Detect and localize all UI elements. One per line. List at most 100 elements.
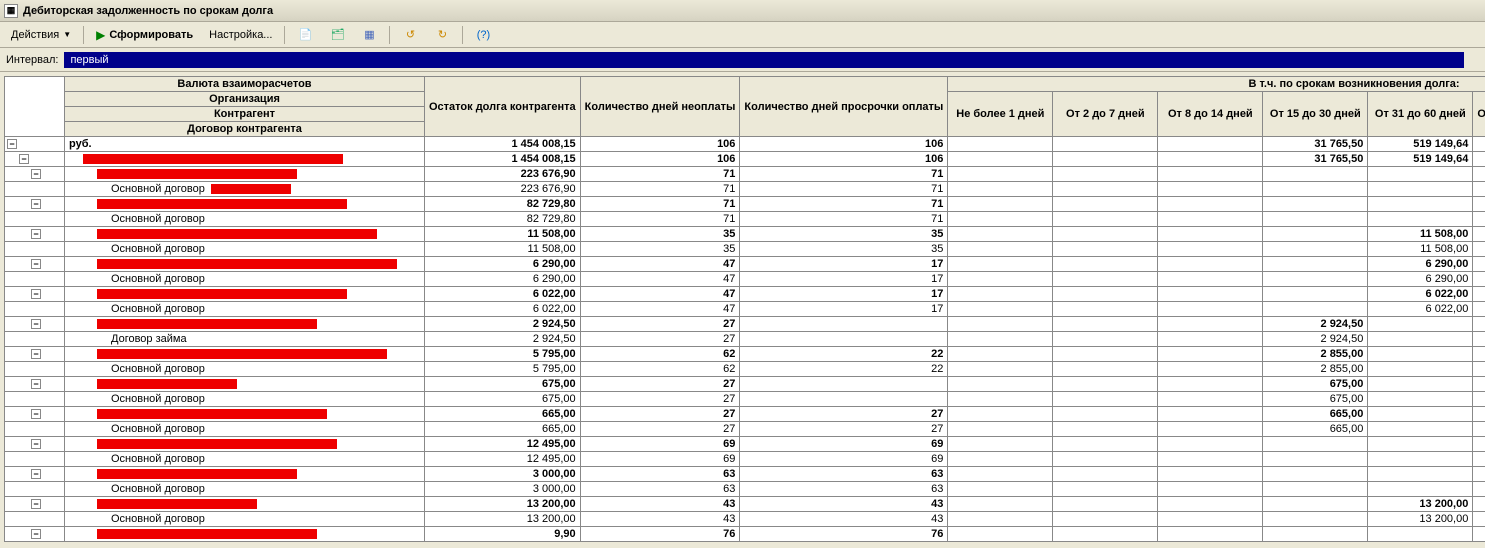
cell-d1: 27 xyxy=(580,317,740,332)
cell-b4 xyxy=(1263,242,1368,257)
table-row[interactable]: −12 495,00696912 495,00 xyxy=(5,437,1485,452)
cell-b4 xyxy=(1263,197,1368,212)
table-row[interactable]: −82 729,80717182 729,80 xyxy=(5,197,1485,212)
tree-toggle-icon[interactable]: − xyxy=(31,169,41,179)
cell-b5 xyxy=(1368,467,1473,482)
cell-b3 xyxy=(1158,392,1263,407)
table-row[interactable]: Основной договор5 795,0062222 855,002 94… xyxy=(5,362,1485,377)
table-row[interactable]: Основной договор223 676,907171223 676,90 xyxy=(5,182,1485,197)
cell-b2 xyxy=(1053,242,1158,257)
table-row[interactable]: −6 290,0047176 290,00 xyxy=(5,257,1485,272)
app-icon: ▦ xyxy=(4,4,18,18)
cell-b6: 12 495,00 xyxy=(1473,452,1485,467)
table-row[interactable]: −9,9076769,90 xyxy=(5,527,1485,542)
tree-toggle-icon[interactable]: − xyxy=(31,259,41,269)
cell-d2: 43 xyxy=(740,512,948,527)
settings-button[interactable]: Настройка... xyxy=(202,26,279,44)
tree-gutter-header xyxy=(5,77,65,137)
tool-expand-icon[interactable]: ↺ xyxy=(395,24,425,46)
table-row[interactable]: Основной договор82 729,80717182 729,80 xyxy=(5,212,1485,227)
tree-toggle-icon[interactable]: − xyxy=(31,469,41,479)
tree-toggle-icon[interactable]: − xyxy=(31,499,41,509)
tree-gutter xyxy=(5,332,65,347)
tool-report-icon[interactable]: 📄 xyxy=(290,24,320,46)
table-row[interactable]: −675,0027675,00 xyxy=(5,377,1485,392)
tool-tree-icon[interactable]: 🗂 xyxy=(322,24,352,46)
cell-d1: 63 xyxy=(580,467,740,482)
table-row[interactable]: −2 924,50272 924,50 xyxy=(5,317,1485,332)
interval-value[interactable]: первый xyxy=(64,52,1464,68)
tree-gutter: − xyxy=(5,287,65,302)
cell-b3 xyxy=(1158,152,1263,167)
cell-balance: 82 729,80 xyxy=(425,212,581,227)
tree-gutter: − xyxy=(5,527,65,542)
table-row[interactable]: Основной договор11 508,00353511 508,00 xyxy=(5,242,1485,257)
cell-b6: 2 940,00 xyxy=(1473,362,1485,377)
row-name: Договор займа xyxy=(65,332,425,347)
cell-balance: 6 290,00 xyxy=(425,272,581,287)
row-name xyxy=(65,527,425,542)
cell-b6 xyxy=(1473,332,1485,347)
cell-b1 xyxy=(948,377,1053,392)
cell-b2 xyxy=(1053,512,1158,527)
table-row[interactable]: Основной договор675,0027675,00 xyxy=(5,392,1485,407)
cell-b4: 675,00 xyxy=(1263,377,1368,392)
tree-gutter: − xyxy=(5,467,65,482)
tree-toggle-icon[interactable]: − xyxy=(31,229,41,239)
tree-toggle-icon[interactable]: − xyxy=(19,154,29,164)
table-row[interactable]: −5 795,0062222 855,002 940,00 xyxy=(5,347,1485,362)
cell-b4 xyxy=(1263,482,1368,497)
table-row[interactable]: −руб.1 454 008,1510610631 765,50519 149,… xyxy=(5,137,1485,152)
cell-b4: 2 924,50 xyxy=(1263,332,1368,347)
table-row[interactable]: Основной договор6 022,0047176 022,00 xyxy=(5,302,1485,317)
header-counterparty: Контрагент xyxy=(65,107,425,122)
row-name: Основной договор xyxy=(65,392,425,407)
table-row[interactable]: −13 200,00434313 200,00 xyxy=(5,497,1485,512)
tree-toggle-icon[interactable]: − xyxy=(31,439,41,449)
row-name xyxy=(65,317,425,332)
report-table: Валюта взаиморасчетов Остаток долга конт… xyxy=(4,76,1485,542)
redacted-text xyxy=(97,169,297,179)
table-row[interactable]: −6 022,0047176 022,00 xyxy=(5,287,1485,302)
cell-b2 xyxy=(1053,212,1158,227)
table-row[interactable]: −665,002727665,00 xyxy=(5,407,1485,422)
cell-b5 xyxy=(1368,332,1473,347)
tree-toggle-icon[interactable]: − xyxy=(31,529,41,539)
table-row[interactable]: −11 508,00353511 508,00 xyxy=(5,227,1485,242)
table-row[interactable]: −3 000,0063633 000,00 xyxy=(5,467,1485,482)
table-row[interactable]: −1 454 008,1510610631 765,50519 149,6490… xyxy=(5,152,1485,167)
help-button[interactable]: (?) xyxy=(468,24,498,46)
header-b1: Не более 1 дней xyxy=(948,92,1053,137)
actions-menu[interactable]: Действия ▼ xyxy=(4,26,78,44)
tree-toggle-icon[interactable]: − xyxy=(31,409,41,419)
table-row[interactable]: Основной договор3 000,0063633 000,00 xyxy=(5,482,1485,497)
cell-b6: 82 729,80 xyxy=(1473,197,1485,212)
cell-d2: 17 xyxy=(740,302,948,317)
tree-toggle-icon[interactable]: − xyxy=(31,379,41,389)
cell-d1: 47 xyxy=(580,287,740,302)
cell-d1: 106 xyxy=(580,137,740,152)
tree-toggle-icon[interactable]: − xyxy=(31,199,41,209)
row-name xyxy=(65,287,425,302)
table-row[interactable]: Основной договор6 290,0047176 290,00 xyxy=(5,272,1485,287)
table-row[interactable]: −223 676,907171223 676,90 xyxy=(5,167,1485,182)
help-icon: (?) xyxy=(475,27,491,43)
cell-b1 xyxy=(948,272,1053,287)
table-row[interactable]: Основной договор12 495,00696912 495,00 xyxy=(5,452,1485,467)
table-row[interactable]: Основной договор665,002727665,00 xyxy=(5,422,1485,437)
table-row[interactable]: Основной договор13 200,00434313 200,00 xyxy=(5,512,1485,527)
cell-balance: 3 000,00 xyxy=(425,467,581,482)
cell-b5: 6 022,00 xyxy=(1368,302,1473,317)
cell-d1: 47 xyxy=(580,272,740,287)
form-button[interactable]: ▶ Сформировать xyxy=(89,25,200,45)
cell-d2: 69 xyxy=(740,452,948,467)
tree-toggle-icon[interactable]: − xyxy=(7,139,17,149)
tree-toggle-icon[interactable]: − xyxy=(31,319,41,329)
table-row[interactable]: Договор займа2 924,50272 924,50 xyxy=(5,332,1485,347)
tree-toggle-icon[interactable]: − xyxy=(31,289,41,299)
tool-table-icon[interactable]: ▦ xyxy=(354,24,384,46)
cell-b3 xyxy=(1158,302,1263,317)
interval-label: Интервал: xyxy=(6,54,58,66)
tree-toggle-icon[interactable]: − xyxy=(31,349,41,359)
tool-collapse-icon[interactable]: ↻ xyxy=(427,24,457,46)
